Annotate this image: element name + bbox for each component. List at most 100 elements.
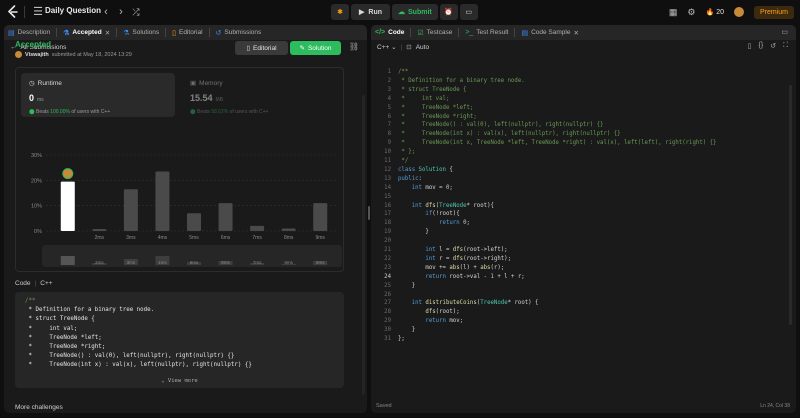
line-number: 15: [384, 193, 391, 200]
solution-button[interactable]: ✎ Solution: [290, 41, 341, 55]
y-tick-label: 30%: [31, 153, 42, 159]
chart-bar[interactable]: [218, 203, 233, 231]
code-line[interactable]: dfs(root);: [398, 309, 459, 315]
top-bar: ☰ Daily Question ‹ › ⤮ ✱ ▶ Run ☁ Submit ⏰ …: [0, 0, 800, 24]
panel-resize-handle[interactable]: [368, 206, 370, 220]
leetcode-logo-icon[interactable]: [6, 5, 20, 19]
code-line[interactable]: }: [398, 229, 428, 235]
code-line[interactable]: return 0;: [398, 220, 470, 226]
user-avatar[interactable]: [733, 7, 744, 17]
code-line[interactable]: return mov;: [398, 318, 463, 324]
chart-bar[interactable]: [123, 189, 138, 231]
code-line[interactable]: * TreeNode(int x, TreeNode *left, TreeNo…: [398, 140, 716, 146]
share-link-icon[interactable]: ⛓: [349, 42, 359, 51]
chart-bar[interactable]: [250, 225, 265, 231]
shuffle-icon[interactable]: ⤮: [129, 5, 143, 19]
chart-bar[interactable]: [60, 181, 75, 231]
reset-icon[interactable]: ↺: [770, 42, 776, 50]
submit-button[interactable]: ☁ Submit: [392, 4, 438, 20]
code-line[interactable]: int r = dfs(root->right);: [398, 256, 511, 262]
code-line[interactable]: int mov = 0;: [398, 185, 453, 191]
problem-list-icon[interactable]: ☰: [31, 5, 45, 19]
more-challenges-heading[interactable]: More challenges: [15, 404, 63, 411]
notes-button[interactable]: ▭: [459, 4, 478, 20]
chart-bar[interactable]: [92, 228, 107, 231]
code-line[interactable]: * Definition for a binary tree node.: [398, 78, 524, 84]
code-line[interactable]: * TreeNode *right;: [398, 114, 476, 120]
code-line[interactable]: }: [398, 327, 415, 333]
alarm-icon: ⏰: [444, 9, 454, 16]
code-line[interactable]: class Solution {: [398, 167, 453, 173]
lock-icon: ⊡: [406, 44, 412, 51]
stats-card: ◷ Runtime 0 ms ⬤ Beats 100.00% of users wi…: [15, 67, 344, 272]
braces-icon[interactable]: {}: [759, 42, 764, 50]
code-line[interactable]: if(!root){: [398, 211, 459, 217]
tab-description[interactable]: ▤ Description: [8, 29, 50, 37]
code-preview[interactable]: /** * Definition for a binary tree node.…: [15, 292, 344, 388]
layout-icon[interactable]: ▦: [669, 7, 678, 18]
line-number: 26: [384, 291, 391, 298]
chart-bar[interactable]: [281, 228, 296, 231]
line-number: 9: [387, 140, 391, 147]
code-line[interactable]: mov += abs(l) + abs(r);: [398, 265, 504, 271]
runtime-distribution-chart[interactable]: 0% 10% 20% 30% 2ms 3ms 4ms 5ms 6ms 7ms 8ms 9ms 2ms 3m…: [16, 68, 345, 273]
close-icon[interactable]: ✕: [105, 29, 110, 37]
close-icon[interactable]: ✕: [573, 29, 578, 37]
author-name[interactable]: Viswajith: [25, 52, 49, 58]
left-scrollbar[interactable]: [362, 95, 365, 395]
streak-counter[interactable]: 🔥 20: [705, 8, 724, 17]
y-tick-label: 20%: [31, 178, 42, 184]
code-line[interactable]: * TreeNode() : val(0), left(nullptr), ri…: [398, 122, 603, 128]
tab-code[interactable]: </> Code: [375, 29, 404, 36]
code-line[interactable]: * struct TreeNode {: [398, 87, 466, 93]
code-line[interactable]: /**: [398, 69, 408, 75]
debug-button[interactable]: ✱: [331, 4, 349, 20]
code-line[interactable]: int l = dfs(root->left);: [398, 247, 507, 253]
tab-testcase[interactable]: ☑ Testcase: [417, 29, 452, 37]
view-more-button[interactable]: ⌄ View more: [15, 378, 344, 384]
code-line[interactable]: int dfs(TreeNode* root){: [398, 203, 494, 209]
fullscreen-icon[interactable]: ⛶: [783, 42, 788, 50]
line-number: 24: [384, 273, 391, 280]
code-line[interactable]: * };: [398, 149, 415, 155]
x-tick-label: 5ms: [189, 235, 199, 241]
x-tick-label: 3ms: [126, 235, 136, 241]
code-line[interactable]: * TreeNode *left;: [398, 105, 473, 111]
line-number: 20: [384, 238, 391, 245]
code-line[interactable]: * TreeNode(int x) : val(x), left(nullptr…: [398, 131, 620, 137]
code-line[interactable]: public:: [398, 176, 422, 182]
chart-bar[interactable]: [187, 213, 201, 231]
line-number: 28: [384, 309, 391, 316]
line-number: 13: [384, 175, 391, 182]
run-button[interactable]: ▶ Run: [351, 4, 390, 20]
problem-list-title[interactable]: Daily Question: [45, 6, 101, 15]
tab-accepted[interactable]: ⚗ Accepted ✕: [63, 29, 110, 37]
tab-solutions[interactable]: ⚗ Solutions: [123, 29, 159, 37]
settings-icon[interactable]: ⚙: [687, 7, 695, 18]
line-number: 17: [384, 211, 391, 218]
code-line[interactable]: int distributeCoins(TreeNode* root) {: [398, 300, 539, 306]
tab-code-sample[interactable]: ▤ Code Sample ✕: [521, 29, 578, 37]
language-select[interactable]: C++ ⌄: [377, 43, 397, 51]
timer-button[interactable]: ⏰: [439, 4, 458, 20]
code-line[interactable]: * int val;: [398, 96, 449, 102]
code-line[interactable]: */: [398, 158, 408, 164]
tab-editorial[interactable]: ▯ Editorial: [172, 29, 202, 37]
cloud-upload-icon: ☁: [398, 9, 405, 16]
code-line[interactable]: return root->val - 1 + l + r;: [398, 274, 524, 280]
tab-test-result[interactable]: >_ Test Result: [465, 29, 508, 36]
tab-submissions[interactable]: ↺ Submissions: [216, 29, 262, 37]
play-icon: ▶: [359, 9, 365, 16]
code-line[interactable]: }: [398, 283, 415, 289]
chart-bar[interactable]: [155, 171, 170, 231]
panel-minimize-icon[interactable]: ▭: [781, 28, 788, 36]
code-line[interactable]: };: [398, 336, 405, 342]
premium-button[interactable]: Premium: [753, 5, 794, 19]
editor-scrollbar[interactable]: [789, 85, 792, 325]
next-problem-icon[interactable]: ›: [114, 5, 128, 19]
auto-mode[interactable]: Auto: [416, 44, 429, 51]
prev-problem-icon[interactable]: ‹: [99, 5, 113, 19]
chart-bar[interactable]: [313, 203, 328, 231]
editorial-button[interactable]: ▯ Editorial: [235, 41, 288, 55]
bookmark-icon[interactable]: ▯: [748, 42, 752, 50]
